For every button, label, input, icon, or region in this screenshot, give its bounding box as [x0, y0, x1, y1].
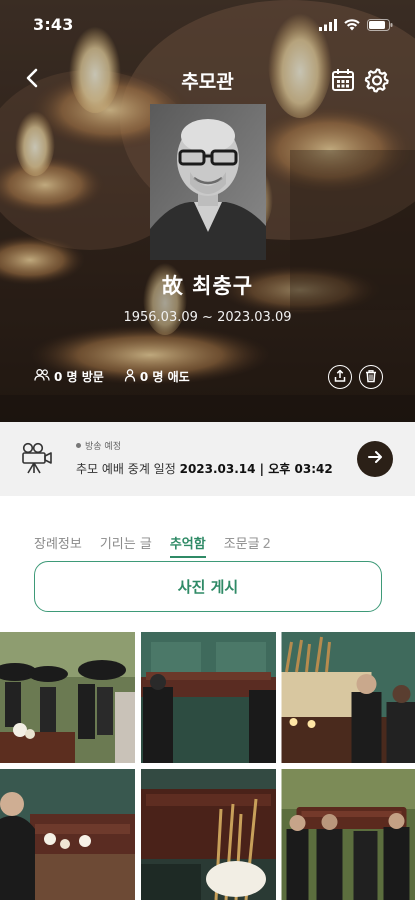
deceased-name: 故 최충구: [161, 274, 254, 298]
people-icon: [34, 369, 50, 384]
memory-photo[interactable]: [141, 632, 276, 763]
status-bar: 3:43: [0, 0, 415, 50]
broadcast-schedule-banner[interactable]: 방송 예정 추모 예배 중계 일정 2023.03.14 | 오후 03:42: [0, 422, 415, 496]
mourner-count: 0 명 애도: [124, 368, 190, 385]
broadcast-datetime: 2023.03.14 | 오후 03:42: [179, 462, 333, 476]
deceased-portrait: [150, 104, 266, 260]
tab-count: 2: [262, 537, 271, 552]
post-photo-button[interactable]: 사진 게시: [34, 561, 382, 612]
calendar-button[interactable]: [329, 66, 357, 94]
hero-actions: [328, 365, 383, 389]
mourner-count-text: 0 명 애도: [139, 370, 190, 384]
delete-button[interactable]: [359, 365, 383, 389]
broadcast-label: 추모 예배 중계 일정: [76, 462, 176, 476]
broadcast-status-text: 방송 예정: [85, 442, 121, 452]
top-navigation: 추모관: [0, 60, 415, 100]
camera-icon: [20, 441, 54, 475]
battery-icon: [367, 16, 393, 35]
birth-date: 1956.03.09: [123, 310, 198, 325]
memorial-tabs: 장례정보 기리는 글 추억함 조문글 2: [34, 533, 271, 558]
person-icon: [124, 368, 136, 385]
death-date: ~ 2023.03.09: [202, 310, 292, 325]
tab-funeral-info[interactable]: 장례정보: [34, 533, 82, 558]
settings-button[interactable]: [363, 66, 391, 94]
broadcast-info: 추모 예배 중계 일정 2023.03.14 | 오후 03:42: [76, 460, 333, 477]
visit-count: 0 명 방문: [34, 368, 104, 385]
status-time: 3:43: [33, 15, 74, 34]
broadcast-status: 방송 예정: [76, 439, 121, 452]
status-icons: [319, 16, 393, 35]
memory-photo[interactable]: [281, 769, 415, 900]
life-dates: 1956.03.09 ~ 2023.03.09: [0, 310, 415, 325]
tab-label: 조문글: [223, 537, 260, 552]
tab-condolences[interactable]: 조문글 2: [224, 533, 271, 558]
share-icon: [333, 368, 347, 387]
visit-count-text: 0 명 방문: [54, 370, 104, 384]
memory-photo[interactable]: [281, 632, 415, 763]
share-button[interactable]: [328, 365, 352, 389]
memory-photo[interactable]: [0, 632, 135, 763]
signal-icon: [319, 16, 337, 35]
memorial-hero: 3:43 추모관 故 최충구 1956.03.09 ~ 2023.03.09 0…: [0, 0, 415, 422]
memory-photo[interactable]: [141, 769, 276, 900]
tab-label: 기리는 글: [99, 537, 152, 552]
trash-icon: [364, 368, 378, 387]
gear-icon: [363, 68, 391, 98]
status-dot: [76, 443, 81, 448]
memorial-stats: 0 명 방문 0 명 애도: [34, 368, 190, 385]
wifi-icon: [344, 16, 360, 35]
tab-label: 장례정보: [34, 537, 82, 552]
broadcast-go-button[interactable]: [357, 441, 393, 477]
tab-memories[interactable]: 추억함: [169, 533, 206, 558]
arrow-right-icon: [366, 448, 384, 470]
tab-tribute-posts[interactable]: 기리는 글: [100, 533, 152, 558]
tab-label: 추억함: [169, 537, 206, 552]
memory-photo-grid: [0, 632, 415, 900]
memory-photo[interactable]: [0, 769, 135, 900]
calendar-icon: [329, 69, 357, 98]
